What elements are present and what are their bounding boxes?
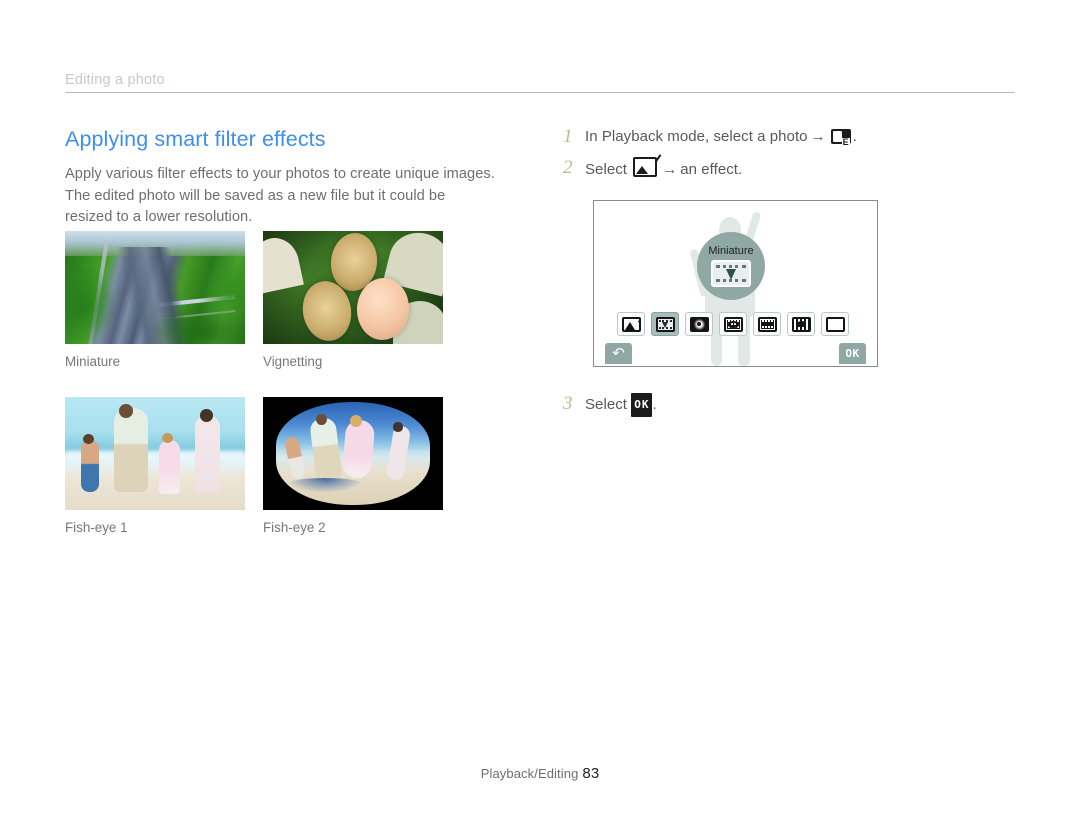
sample-caption: Fish-eye 2: [263, 520, 326, 535]
filter-toolbar[interactable]: [617, 312, 849, 336]
step-number: 3: [563, 393, 573, 414]
footer-section-label: Playback/Editing: [480, 766, 579, 781]
person-mother: [194, 415, 220, 492]
sample-miniature: Miniature: [65, 231, 245, 371]
step-text-before: Select: [585, 161, 627, 178]
camera-screen-mock: Miniature ↶ OK: [593, 200, 878, 367]
step-text-after: an effect.: [680, 161, 743, 178]
sample-thumb-fish-eye-1: [65, 397, 245, 510]
photo-aerial-highway: [65, 231, 245, 344]
miniature-filter-icon: [711, 260, 751, 287]
person-father: [308, 416, 344, 487]
step-3: 3 Select OK.: [563, 393, 657, 417]
person-mother-head: [393, 422, 403, 432]
ok-button-icon: OK: [631, 393, 653, 417]
selected-effect-bubble[interactable]: Miniature: [697, 232, 765, 300]
edit-mode-icon: [830, 129, 851, 146]
step-text: Select → an effect.: [585, 157, 742, 181]
person-father-head: [315, 413, 327, 426]
step-text-after: .: [852, 128, 857, 145]
left-column: Applying smart filter effects Apply vari…: [65, 126, 535, 229]
shoulder-left: [263, 233, 304, 295]
arrow-glyph: →: [810, 128, 826, 145]
ok-button[interactable]: OK: [839, 343, 866, 364]
step-text-before: In Playback mode, select a photo: [585, 128, 808, 145]
photo-family-beach-fisheye: [263, 397, 443, 510]
ocean-wave: [284, 478, 366, 493]
intro-paragraph: Apply various filter effects to your pho…: [65, 166, 495, 225]
photo-three-faces: [263, 231, 443, 344]
back-button[interactable]: ↶: [605, 343, 632, 364]
filter-button-fish-eye-2[interactable]: [753, 312, 781, 336]
fisheye-globe: [275, 401, 431, 506]
section-label: Editing a photo: [65, 72, 165, 88]
filter-button-miniature[interactable]: [651, 312, 679, 336]
steps-list: 1 In Playback mode, select a photo→. 2 S…: [563, 126, 1023, 181]
smart-filter-icon: [633, 157, 658, 177]
page-footer: Playback/Editing 83: [0, 765, 1080, 782]
step-text: In Playback mode, select a photo→.: [585, 126, 857, 148]
back-arrow-icon: ↶: [612, 345, 625, 362]
arrow-glyph: →: [662, 161, 678, 178]
fish-eye-2-filter-icon: [757, 316, 777, 332]
step-number: 1: [563, 126, 573, 147]
running-header: Editing a photo: [65, 70, 1015, 96]
sample-thumb-miniature: [65, 231, 245, 344]
filter-button-classic[interactable]: [787, 312, 815, 336]
step-text: Select OK.: [585, 393, 657, 417]
miniature-filter-icon: [655, 316, 675, 332]
right-column: 1 In Playback mode, select a photo→. 2 S…: [563, 126, 1023, 190]
page-title: Applying smart filter effects: [65, 127, 326, 151]
filter-button-none[interactable]: [821, 312, 849, 336]
sample-caption: Vignetting: [263, 354, 323, 369]
person-boy: [81, 439, 100, 492]
selected-effect-label: Miniature: [708, 245, 754, 257]
classic-filter-icon: [791, 316, 811, 332]
fish-eye-1-filter-icon: [723, 316, 743, 332]
step-2: 2 Select → an effect.: [563, 157, 1023, 181]
filter-button-fish-eye-1[interactable]: [719, 312, 747, 336]
footer-page-number: 83: [582, 765, 600, 782]
smart-filter-original-icon: [621, 316, 641, 332]
photo-family-beach: [65, 397, 245, 510]
person-father: [113, 408, 148, 492]
person-girl: [158, 439, 181, 495]
step-text-before: Select: [585, 396, 627, 413]
person-mother: [386, 425, 412, 482]
highway-rail: [86, 239, 109, 344]
step-number: 2: [563, 157, 573, 178]
filter-button-smart-filter-original[interactable]: [617, 312, 645, 336]
filter-button-vignetting[interactable]: [685, 312, 713, 336]
sample-row: Fish-eye 1 Fish-eye 2: [65, 397, 465, 537]
sample-fish-eye-1: Fish-eye 1: [65, 397, 245, 537]
sample-gallery: Miniature Vignetting Fish-eye 1 Fish-eye…: [65, 231, 465, 537]
person-mother-head: [200, 409, 213, 422]
sample-thumb-vignetting: [263, 231, 443, 344]
highway-gantry: [158, 294, 235, 307]
step-1: 1 In Playback mode, select a photo→.: [563, 126, 1023, 148]
person-girl: [341, 419, 376, 480]
step-text-after: .: [652, 396, 657, 413]
vignetting-filter-icon: [689, 316, 709, 332]
sample-row-gap: [65, 371, 465, 397]
header-divider: [65, 92, 1015, 93]
sample-vignetting: Vignetting: [263, 231, 443, 371]
sample-caption: Miniature: [65, 354, 121, 369]
sample-row: Miniature Vignetting: [65, 231, 465, 371]
person-boy: [283, 435, 307, 480]
sample-thumb-fish-eye-2: [263, 397, 443, 510]
sample-caption: Fish-eye 1: [65, 520, 128, 535]
none-filter-icon: [825, 316, 845, 332]
ok-button-label: OK: [845, 347, 860, 360]
sample-fish-eye-2: Fish-eye 2: [263, 397, 443, 537]
